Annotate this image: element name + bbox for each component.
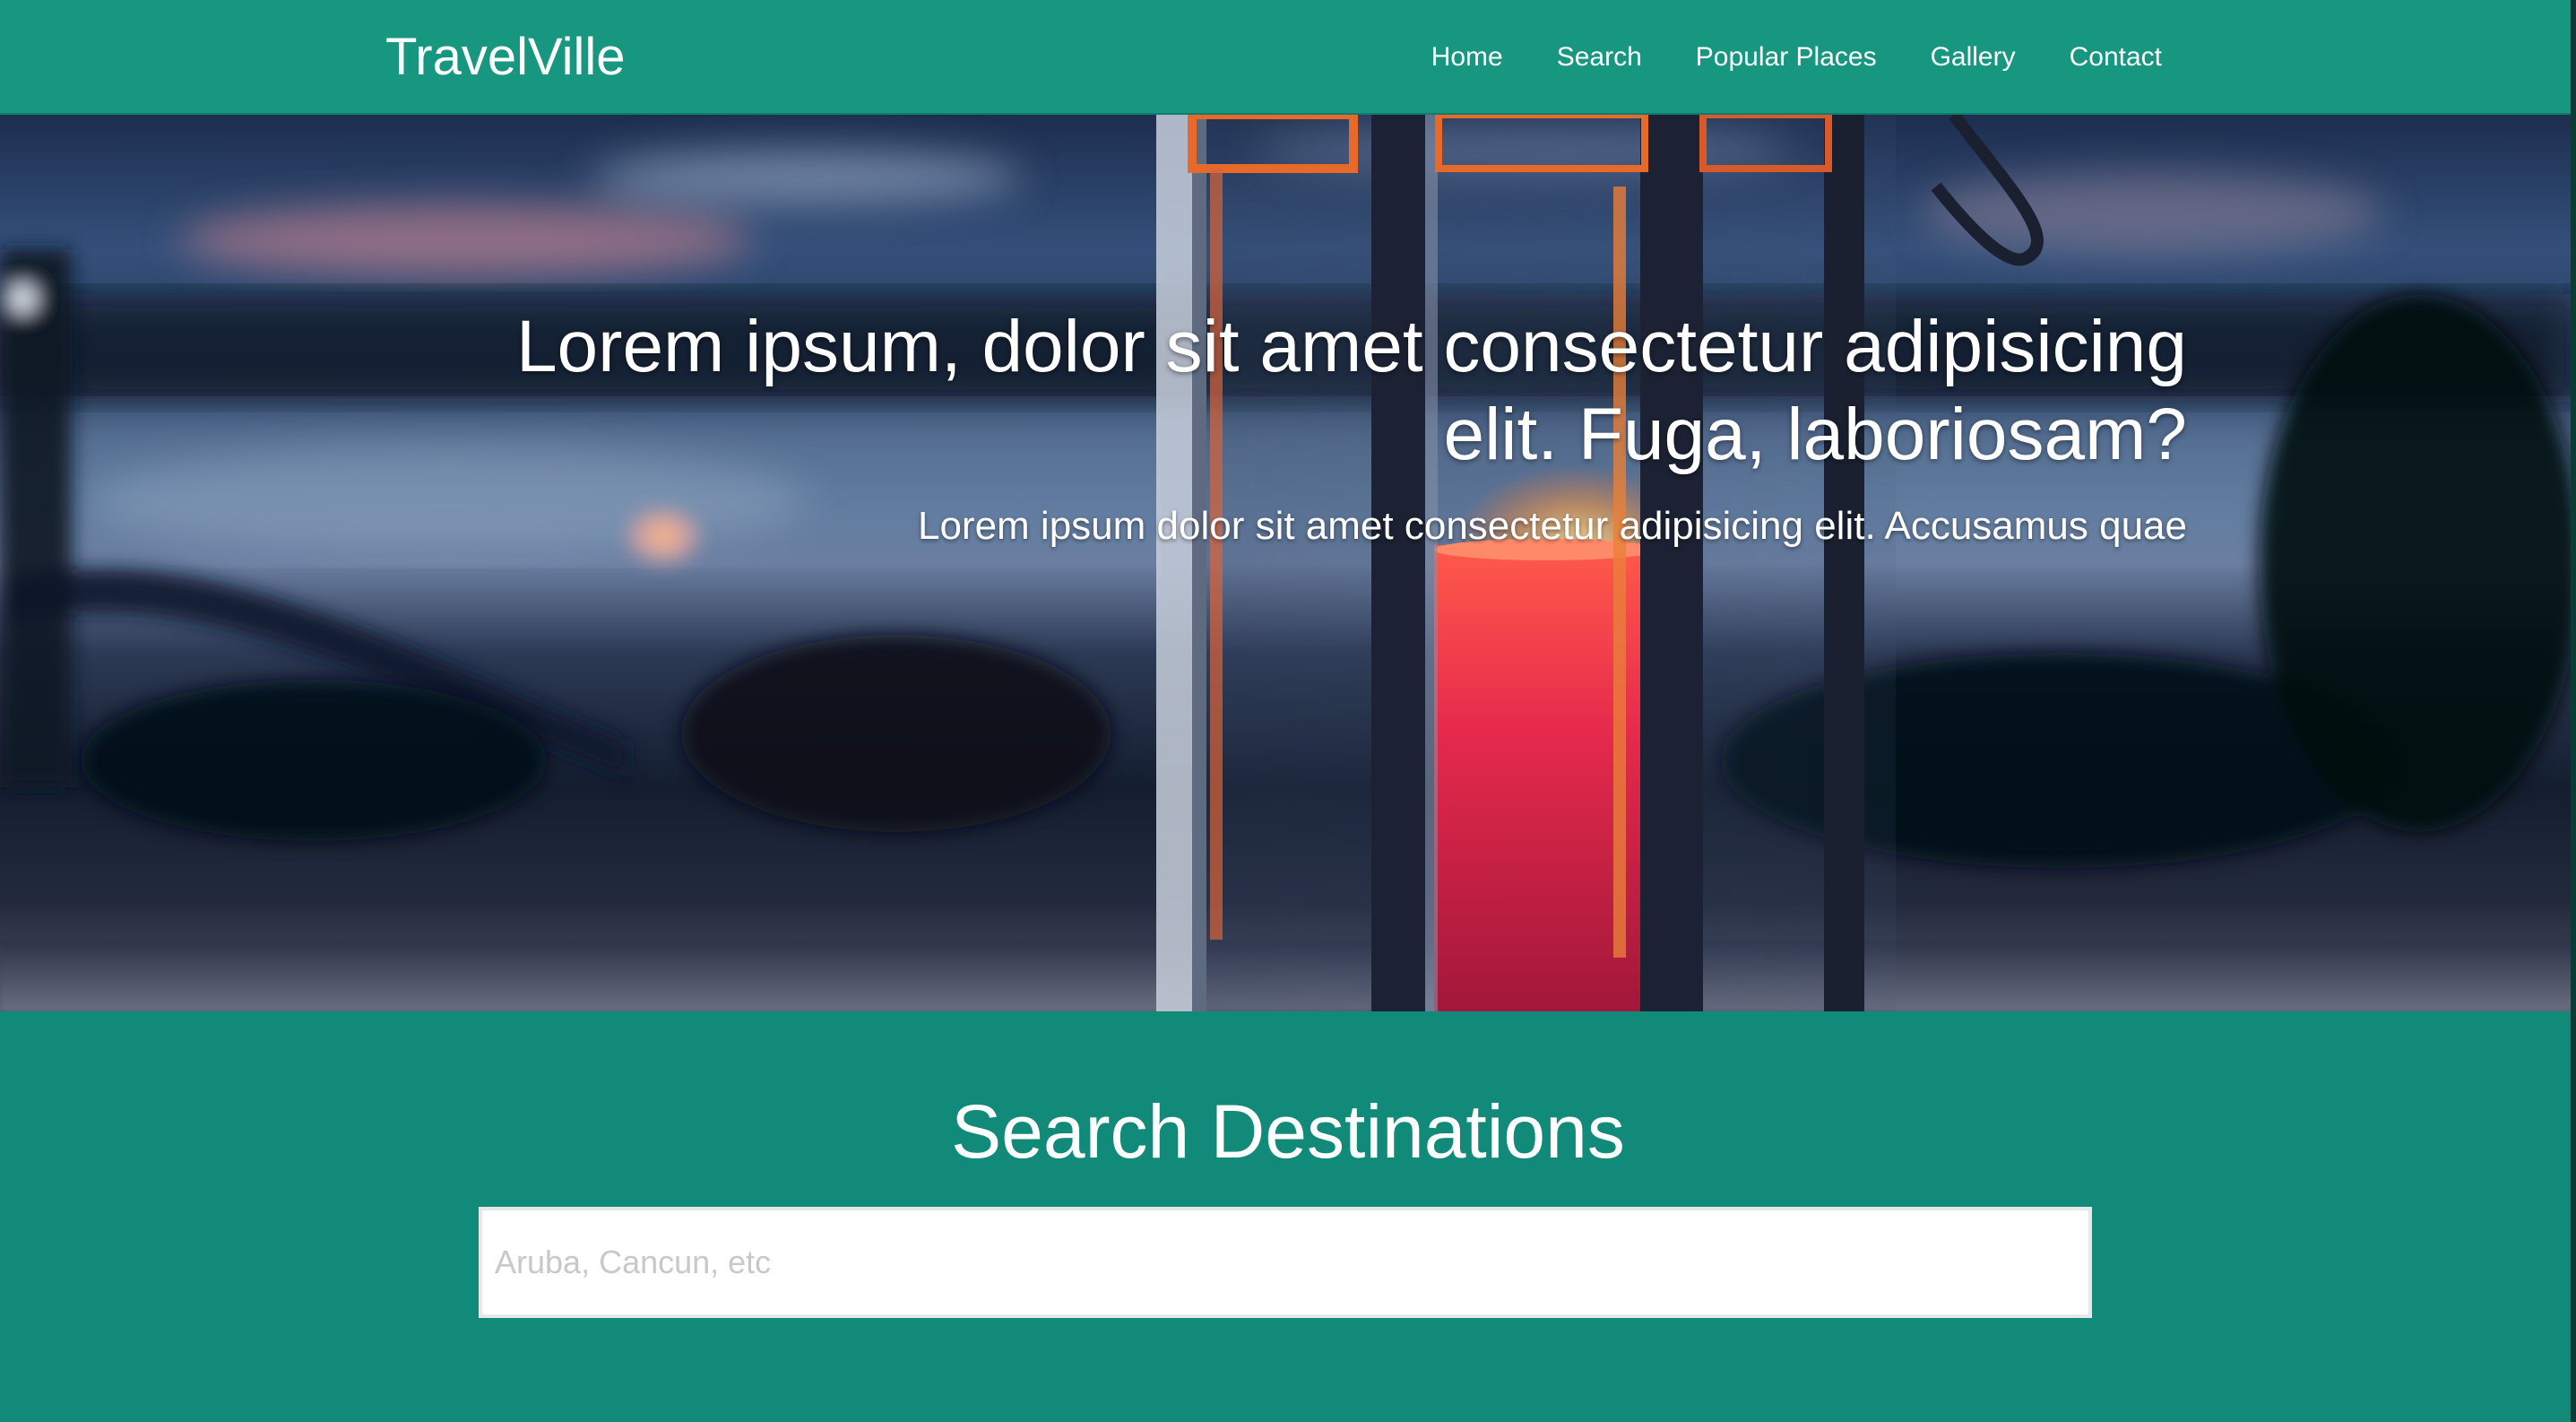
nav-link-gallery[interactable]: Gallery <box>1931 42 2016 73</box>
hero-background-image <box>0 115 2576 1011</box>
nav-link-search[interactable]: Search <box>1557 42 1642 73</box>
hero-title: Lorem ipsum, dolor sit amet consectetur … <box>515 306 2187 475</box>
brand-logo[interactable]: TravelVille <box>385 25 626 90</box>
nav-link-home[interactable]: Home <box>1431 42 1503 73</box>
hero-banner: Lorem ipsum, dolor sit amet consectetur … <box>0 115 2576 1011</box>
search-section-title: Search Destinations <box>951 1089 1625 1174</box>
top-navbar: TravelVille Home Search Popular Places G… <box>0 0 2576 115</box>
search-section: Search Destinations <box>0 1011 2576 1422</box>
page-edge-divider <box>2571 0 2576 1422</box>
nav-link-popular-places[interactable]: Popular Places <box>1696 42 1877 73</box>
nav-link-contact[interactable]: Contact <box>2070 42 2162 73</box>
hero-text-block: Lorem ipsum, dolor sit amet consectetur … <box>448 303 2187 551</box>
destination-search-input[interactable] <box>479 1207 2092 1318</box>
hero-subtitle: Lorem ipsum dolor sit amet consectetur a… <box>917 504 2187 548</box>
nav-links: Home Search Popular Places Gallery Conta… <box>1431 0 2162 115</box>
